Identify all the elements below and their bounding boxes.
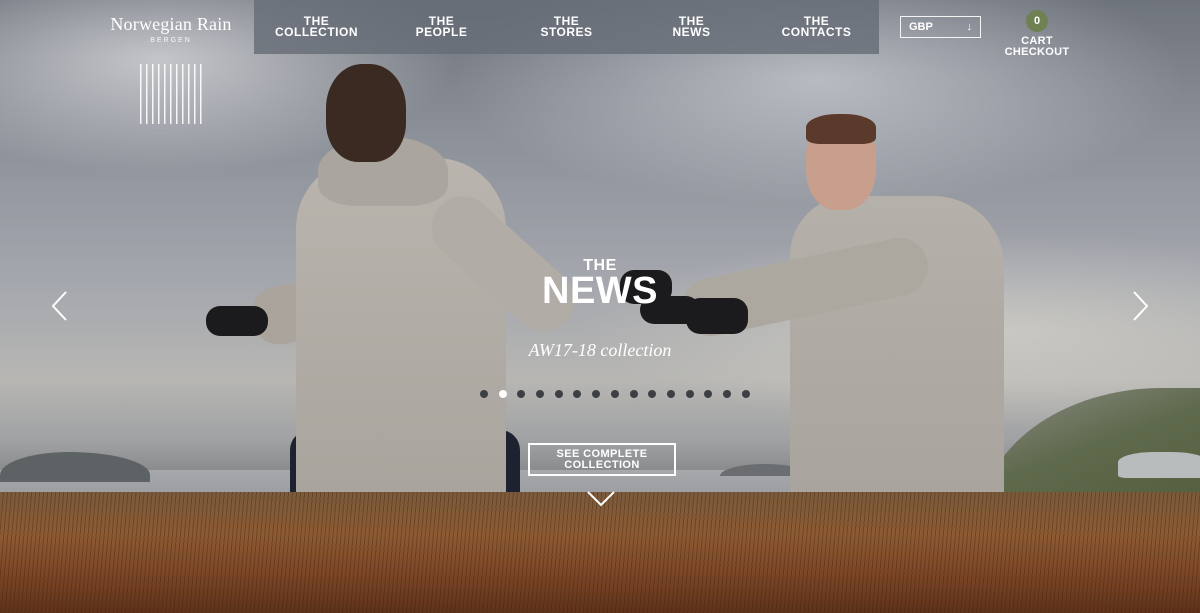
- chevron-down-icon[interactable]: [586, 488, 616, 510]
- see-collection-button[interactable]: SEE COMPLETE COLLECTION: [528, 443, 676, 476]
- slide-dot[interactable]: [517, 390, 526, 398]
- cart-button[interactable]: 0 CART CHECKOUT: [1000, 10, 1074, 58]
- slide-dot[interactable]: [704, 390, 713, 398]
- slide-dot[interactable]: [648, 390, 657, 398]
- slide-dot[interactable]: [480, 390, 488, 398]
- brand-name: Norwegian Rain: [110, 14, 232, 34]
- slide-dot[interactable]: [536, 390, 545, 398]
- checkout-label: CHECKOUT: [1004, 46, 1070, 58]
- currency-value: GBP: [909, 21, 933, 33]
- nav-item-stores[interactable]: THE STORES: [504, 0, 629, 54]
- hero-subtitle: AW17-18 collection: [528, 340, 672, 360]
- chevron-left-icon[interactable]: [50, 290, 70, 322]
- logo-mark-icon: [140, 64, 202, 124]
- nav-item-people[interactable]: THE PEOPLE: [379, 0, 504, 54]
- slide-dot[interactable]: [573, 390, 582, 398]
- grass-foreground: [0, 492, 1200, 613]
- nav-item-collection[interactable]: THE COLLECTION: [254, 0, 379, 54]
- slide-dot[interactable]: [666, 390, 675, 398]
- slide-dot[interactable]: [685, 390, 694, 398]
- slide-dot[interactable]: [498, 390, 507, 398]
- nav-item-contacts[interactable]: THE CONTACTS: [754, 0, 879, 54]
- cart-count-badge: 0: [1026, 10, 1048, 32]
- currency-select[interactable]: GBP ↓: [900, 16, 981, 38]
- slide-pagination: [480, 390, 750, 398]
- brand-city: BERGEN: [150, 37, 192, 44]
- slide-dot[interactable]: [741, 390, 750, 398]
- slide-dot[interactable]: [592, 390, 601, 398]
- main-nav: THE COLLECTION THE PEOPLE THE STORES THE…: [254, 0, 879, 54]
- arrow-down-icon: ↓: [966, 21, 973, 33]
- slide-dot[interactable]: [629, 390, 638, 398]
- chevron-right-icon[interactable]: [1130, 290, 1150, 322]
- island-left: [0, 452, 150, 482]
- rock-right: [1118, 452, 1200, 478]
- brand-logo[interactable]: Norwegian Rain BERGEN: [104, 14, 238, 44]
- slide-dot[interactable]: [554, 390, 563, 398]
- hero-title: NEWS: [542, 270, 658, 312]
- nav-item-news[interactable]: THE NEWS: [629, 0, 754, 54]
- slide-dot[interactable]: [610, 390, 619, 398]
- slide-dot[interactable]: [722, 390, 731, 398]
